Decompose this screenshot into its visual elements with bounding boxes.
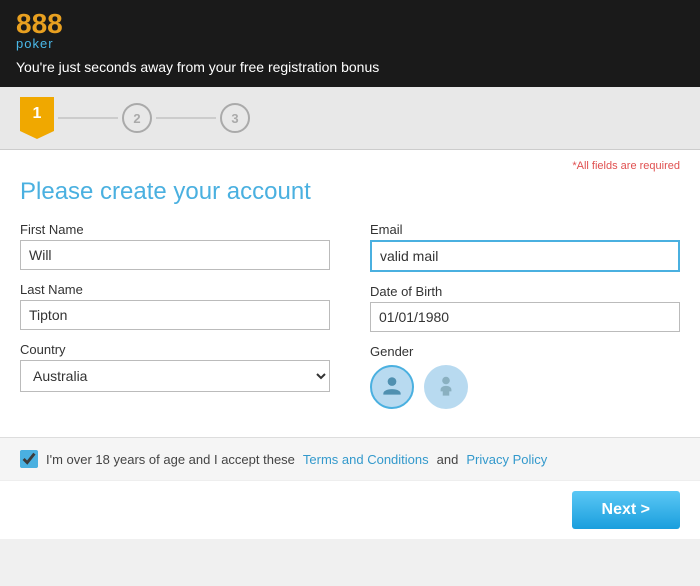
step-item-3: 3 xyxy=(220,103,250,133)
first-name-label: First Name xyxy=(20,222,330,237)
step-1-circle: 1 xyxy=(20,97,54,131)
step-item-1: 1 xyxy=(20,97,54,139)
form-col-right: Email Date of Birth Gender xyxy=(370,222,680,421)
form-columns: First Name Last Name Country Australia U… xyxy=(20,222,680,421)
step-item-2: 2 xyxy=(122,103,152,133)
female-icon xyxy=(433,374,459,400)
next-button[interactable]: Next > xyxy=(572,491,680,529)
gender-group: Gender xyxy=(370,344,680,409)
first-name-input[interactable] xyxy=(20,240,330,270)
dob-group: Date of Birth xyxy=(370,284,680,332)
country-label: Country xyxy=(20,342,330,357)
terms-checkbox[interactable] xyxy=(20,450,38,468)
step-connector-1 xyxy=(58,117,118,119)
terms-text-before: I'm over 18 years of age and I accept th… xyxy=(46,452,295,467)
last-name-group: Last Name xyxy=(20,282,330,330)
terms-link-2[interactable]: Privacy Policy xyxy=(466,452,547,467)
form-col-left: First Name Last Name Country Australia U… xyxy=(20,222,330,421)
email-input[interactable] xyxy=(370,240,680,272)
dob-input[interactable] xyxy=(370,302,680,332)
logo-888: 888 xyxy=(16,10,63,38)
header-tagline: You're just seconds away from your free … xyxy=(16,59,684,75)
form-title: Please create your account xyxy=(20,178,680,206)
terms-text-between: and xyxy=(437,452,459,467)
step-2-circle: 2 xyxy=(122,103,152,133)
step-connector-2 xyxy=(156,117,216,119)
last-name-label: Last Name xyxy=(20,282,330,297)
next-bar: Next > xyxy=(0,480,700,539)
gender-female-button[interactable] xyxy=(424,365,468,409)
terms-bar: I'm over 18 years of age and I accept th… xyxy=(0,437,700,480)
last-name-input[interactable] xyxy=(20,300,330,330)
logo-container: 888 poker xyxy=(16,10,684,51)
male-icon xyxy=(379,374,405,400)
steps-bar: 1 2 3 xyxy=(0,87,700,150)
gender-label: Gender xyxy=(370,344,680,359)
first-name-group: First Name xyxy=(20,222,330,270)
dob-label: Date of Birth xyxy=(370,284,680,299)
country-group: Country Australia United States United K… xyxy=(20,342,330,392)
terms-link-1[interactable]: Terms and Conditions xyxy=(303,452,429,467)
gender-container xyxy=(370,365,680,409)
gender-male-button[interactable] xyxy=(370,365,414,409)
form-area: *All fields are required Please create y… xyxy=(0,150,700,437)
header: 888 poker You're just seconds away from … xyxy=(0,0,700,87)
required-note: *All fields are required xyxy=(20,160,680,172)
step-3-circle: 3 xyxy=(220,103,250,133)
email-group: Email xyxy=(370,222,680,272)
email-label: Email xyxy=(370,222,680,237)
country-select[interactable]: Australia United States United Kingdom C… xyxy=(20,360,330,392)
